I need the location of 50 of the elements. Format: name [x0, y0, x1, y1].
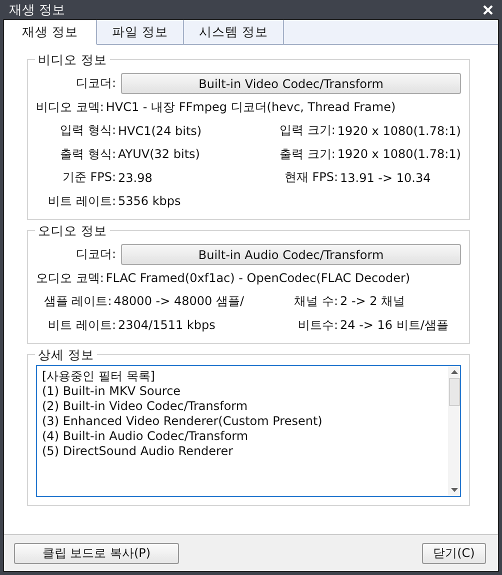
- field-label: 출력 크기:: [278, 146, 336, 163]
- up-arrow-icon[interactable]: [450, 370, 458, 374]
- decoder-button[interactable]: Built-in Audio Codec/Transform: [121, 244, 461, 266]
- down-arrow-icon[interactable]: [450, 488, 458, 492]
- text-line: (3) Enhanced Video Renderer(Custom Present): [42, 414, 324, 429]
- field-value: 48000 -> 48000 샘플/: [114, 293, 244, 310]
- field-value: FLAC Framed(0xf1ac) - OpenCodec(FLAC Decoder): [106, 271, 410, 286]
- copy-button[interactable]: 클립 보드로 복사(P): [14, 542, 179, 564]
- field-value: 2304/1511 kbps: [118, 318, 216, 332]
- field-value: 1920 x 1080(1.78:1): [337, 147, 461, 162]
- field-value: 2 -> 2 채널: [340, 293, 406, 310]
- text-area[interactable]: [사용중인 필터 목록] (1) Built-in MKV Source (2) Built-in Video Codec/Transform (3) Enhanced Video Renderer(Custom Present) (4) Built-in Audio Codec/Transform (5) DirectSound Audio Renderer: [36, 365, 461, 497]
- field-label: 입력 형식:: [59, 122, 117, 140]
- decoder-button[interactable]: Built-in Video Codec/Transform: [121, 73, 461, 94]
- tab[interactable]: 시스템 정보: [184, 20, 284, 45]
- field-label: 비디오 코덱:: [36, 98, 105, 116]
- field-value: 23.98: [118, 170, 152, 185]
- tab[interactable]: 파일 정보: [96, 20, 184, 45]
- scrollbar[interactable]: [448, 366, 460, 496]
- field-value: 5356 kbps: [118, 194, 181, 208]
- field-label: 입력 크기:: [278, 122, 336, 140]
- text-line: (1) Built-in MKV Source: [42, 384, 182, 399]
- text-line: (5) DirectSound Audio Renderer: [42, 444, 234, 459]
- field-label: 출력 형식:: [59, 146, 117, 163]
- field-label: 디코더:: [74, 75, 117, 92]
- field-label: 오디오 코덱:: [36, 270, 105, 287]
- window-title: 재생 정보: [9, 2, 66, 18]
- text-line: (4) Built-in Audio Codec/Transform: [42, 429, 250, 444]
- field-label: 채널 수:: [293, 293, 339, 310]
- field-value: HVC1 - 내장 FFmpeg 디코더(hevc, Thread Frame): [106, 98, 396, 116]
- field-label: 비트수:: [296, 316, 339, 334]
- text-line: [사용중인 필터 목록]: [42, 369, 156, 384]
- close-icon[interactable]: [483, 4, 493, 14]
- field-label: 비트 레이트:: [47, 192, 117, 210]
- field-label: 샘플 레이트:: [42, 293, 113, 310]
- group-title: 비디오 정보: [35, 52, 110, 67]
- field-value: AYUV(32 bits): [118, 147, 200, 162]
- text-line: (2) Built-in Video Codec/Transform: [42, 399, 249, 414]
- field-label: 기준 FPS:: [61, 169, 117, 186]
- field-value: 1920 x 1080(1.78:1): [337, 124, 461, 138]
- field-label: 비트 레이트:: [47, 316, 117, 334]
- scroll-thumb[interactable]: [448, 378, 460, 406]
- field-value: HVC1(24 bits): [118, 124, 202, 138]
- field-label: 디코더:: [74, 246, 117, 264]
- field-value: 13.91 -> 10.34: [340, 170, 431, 185]
- field-label: 현재 FPS:: [283, 169, 339, 186]
- group-title: 오디오 정보: [35, 223, 110, 238]
- field-value: 24 -> 16 비트/샘플: [340, 316, 448, 334]
- close-button[interactable]: 닫기(C): [422, 542, 486, 564]
- group-title: 상세 정보: [35, 347, 97, 362]
